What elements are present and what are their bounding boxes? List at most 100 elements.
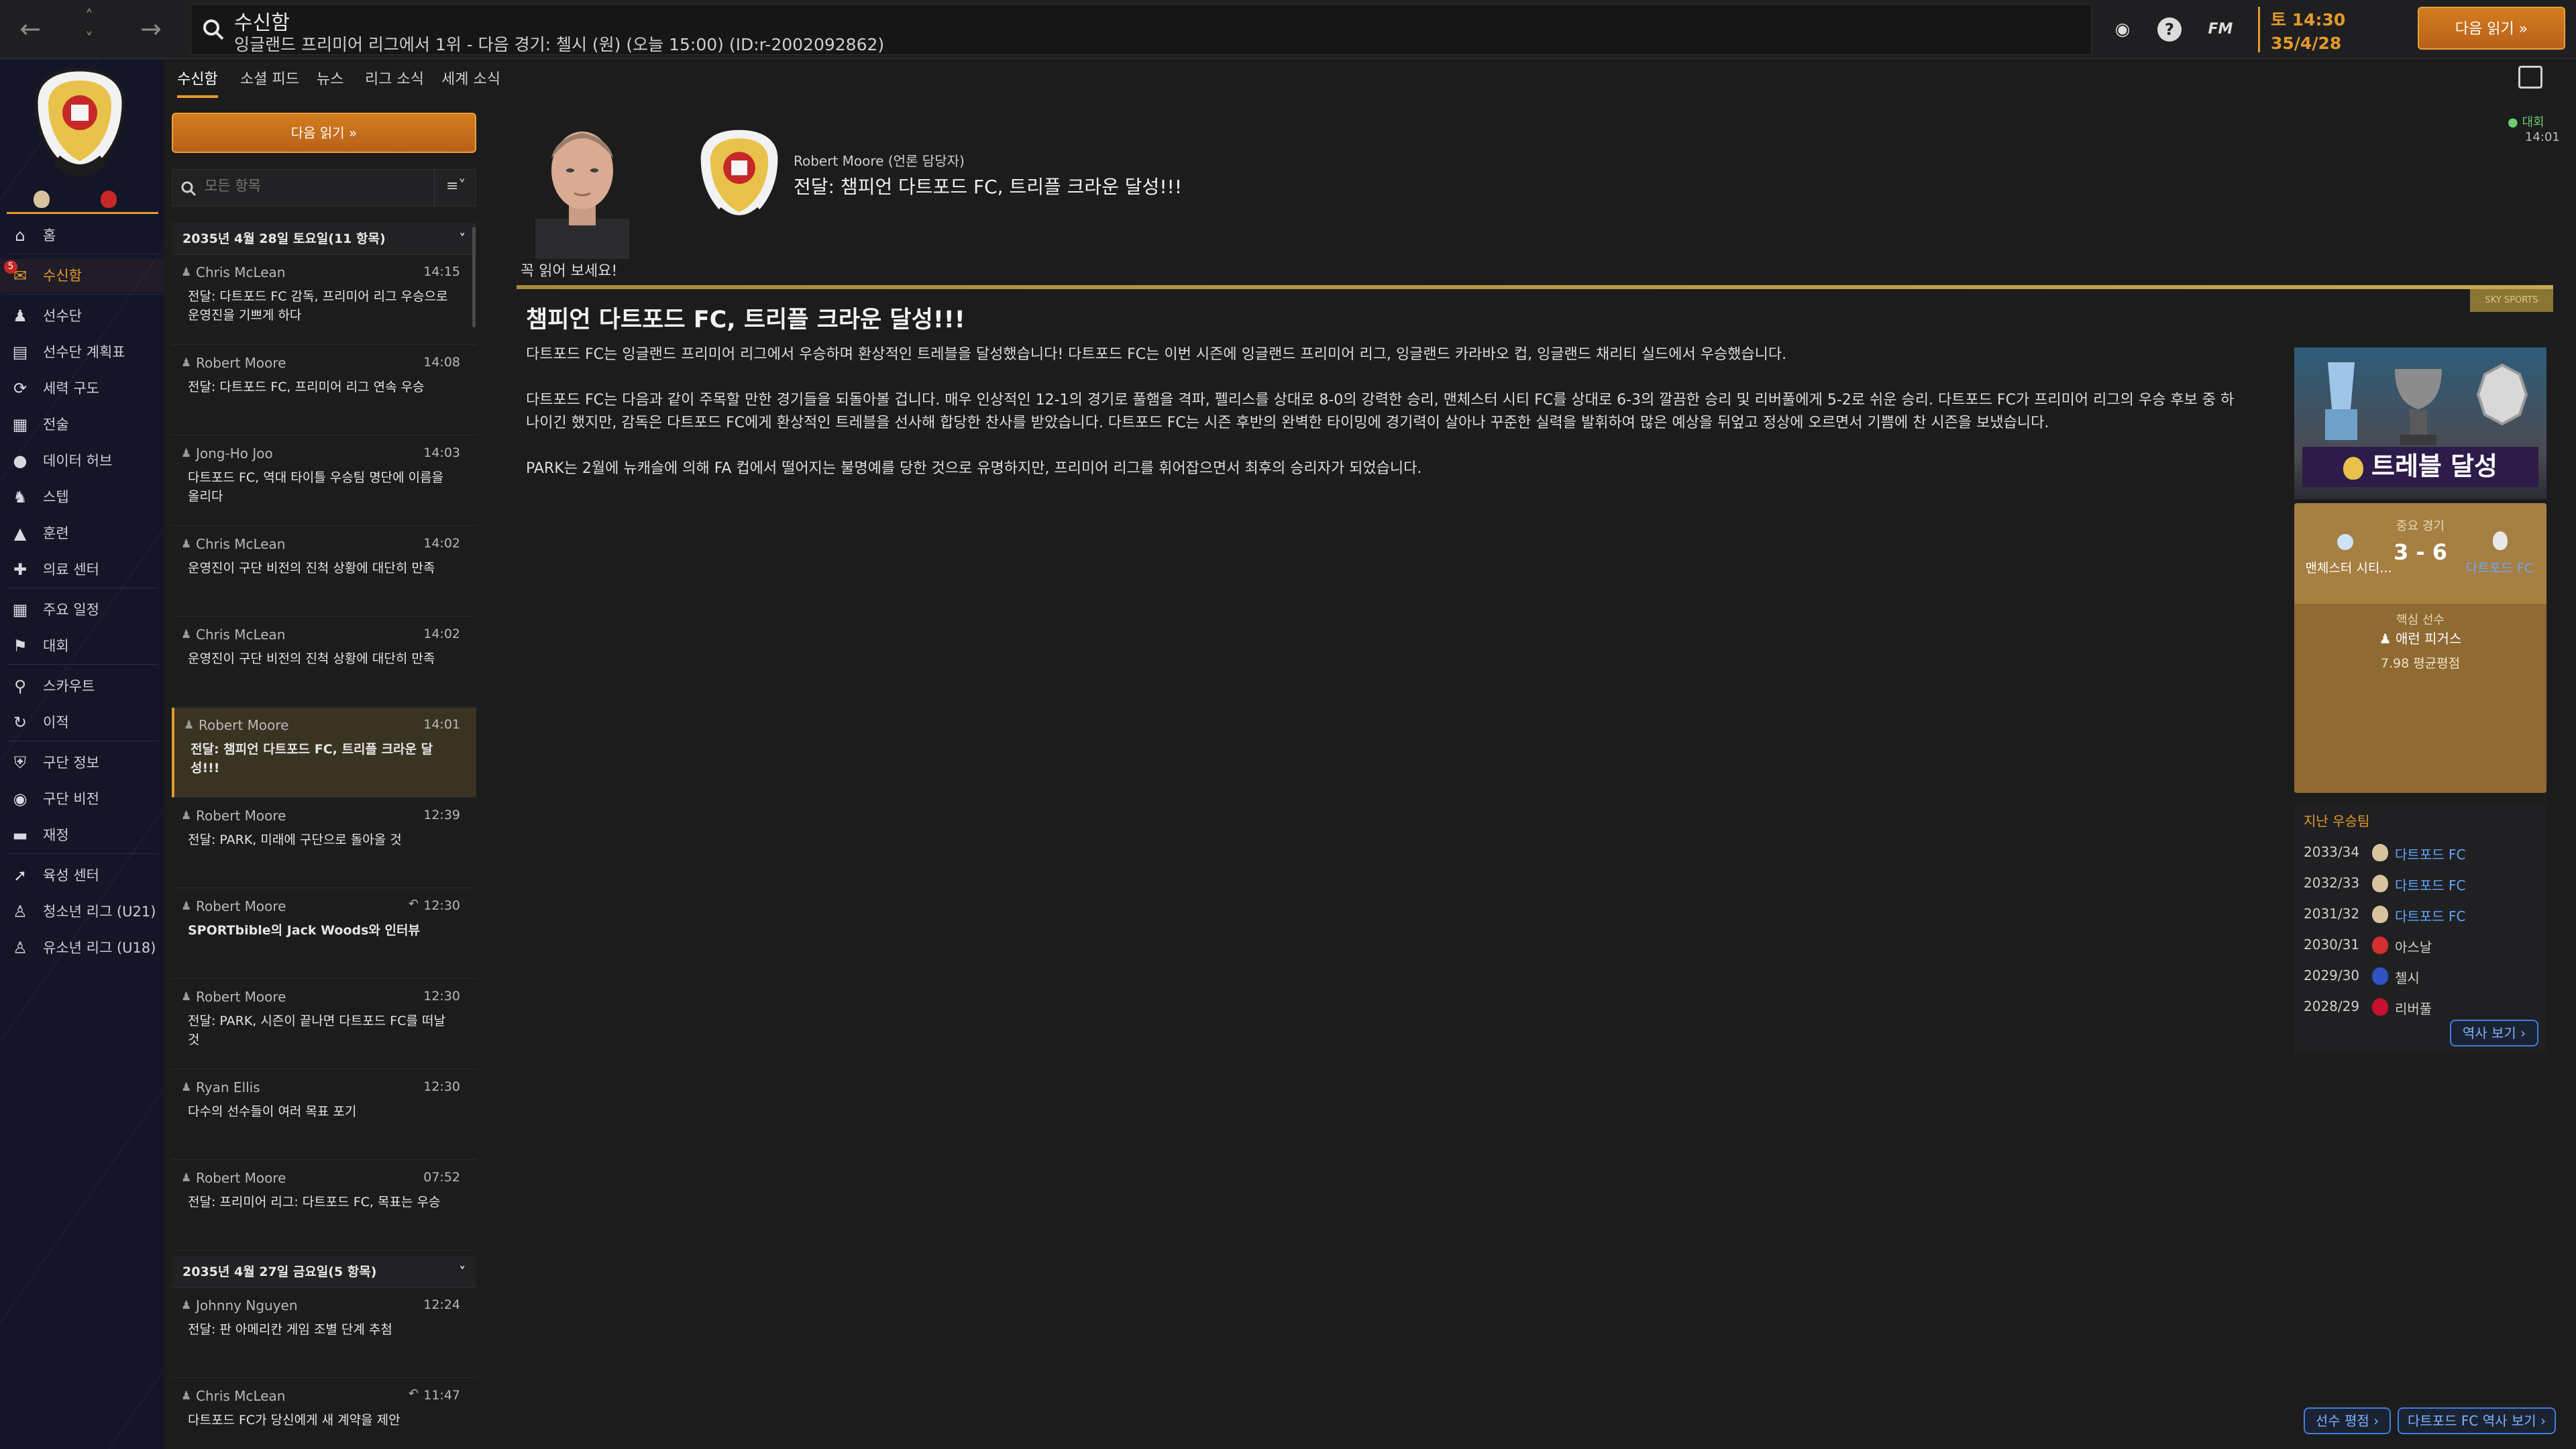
nav-staff[interactable]: ♞ 스텝 [0, 480, 164, 514]
nav-tactics[interactable]: ▦ 전술 [0, 408, 164, 441]
nation-switch-icon[interactable] [101, 191, 117, 208]
past-winner-row[interactable]: 2032/33 다트포드 FC [2304, 868, 2532, 898]
nav-squad-planner[interactable]: ▤ 선수단 계획표 [0, 335, 164, 369]
date-group-header[interactable]: 2035년 4월 27일 금요일(5 항목) ˅ [172, 1256, 476, 1288]
nav-squad[interactable]: ♟ 선수단 [0, 299, 164, 333]
message-item[interactable]: ♟ Robert Moore ↶ 12:30 SPORTbible의 Jack Wood… [172, 889, 476, 979]
nav-competitions[interactable]: ⚑ 대회 [0, 629, 164, 663]
message-item[interactable]: ♟ Chris McLean ↶ 11:47 다트포드 FC가 당신에게 새 계약을 제… [172, 1379, 476, 1449]
back-arrow-icon[interactable]: ← [13, 12, 47, 46]
nav-inbox[interactable]: ✉ 5 수신함 [0, 259, 164, 292]
tab-news[interactable]: 뉴스 [317, 67, 343, 89]
message-item[interactable]: ♟ Robert Moore 12:30 전달: PARK, 시즌이 끝나면 다트포드… [172, 979, 476, 1069]
message-item[interactable]: ♟ Chris McLean 14:15 전달: 다트포드 FC 감독, 프리미어 리… [172, 255, 476, 345]
message-search[interactable]: ≡˅ [172, 169, 476, 207]
squad-planner-icon: ▤ [12, 343, 28, 362]
message-detail: Robert Moore (언론 담당자) 전달: 챔피언 다트포드 FC, 트… [482, 98, 2576, 1449]
squad-icon: ♟ [13, 307, 28, 325]
nav-home[interactable]: ⌂ 홈 [0, 219, 164, 252]
forward-arrow-icon[interactable]: → [134, 12, 168, 46]
club-history-button[interactable]: 다트포드 FC 역사 보기 › [2398, 1407, 2556, 1434]
game-date[interactable]: 토 14:30 35/4/28 [2258, 7, 2392, 53]
key-player-name[interactable]: ♟ 애런 피거스 [2294, 628, 2546, 647]
message-item-selected[interactable]: ♟ Robert Moore 14:01 전달: 챔피언 다트포드 FC, 트리플 크… [172, 708, 476, 798]
user-icon: ♟ [181, 900, 192, 913]
user-icon: ♟ [181, 266, 192, 279]
article-paragraph: 다트포드 FC는 잉글랜드 프리미어 리그에서 우승하며 환상적인 트레블을 달… [526, 346, 1787, 363]
club-switch-icon[interactable] [34, 191, 50, 208]
tab-league-news[interactable]: 리그 소식 [365, 67, 424, 89]
nav-u21[interactable]: ♙ 청소년 리그 (U21) [0, 895, 164, 928]
nav-transfers[interactable]: ↻ 이적 [0, 706, 164, 739]
u21-icon: ♙ [13, 902, 28, 921]
away-team-name[interactable]: 다트포드 FC [2453, 558, 2546, 576]
search-bar[interactable]: 수신함 잉글랜드 프리미어 리그에서 1위 - 다음 경기: 첼시 (원) (오… [191, 4, 2092, 55]
chevron-right-icon: › [2369, 1413, 2379, 1429]
message-item[interactable]: ♟ Jong-Ho Joo 14:03 다트포드 FC, 역대 타이틀 우승팀 명단에… [172, 436, 476, 526]
past-winner-row[interactable]: 2029/30 첼시 [2304, 961, 2532, 990]
user-icon: ♟ [181, 356, 192, 370]
club-crest-logo [34, 68, 125, 178]
key-match-card[interactable]: 중요 경기 맨체스터 시티... 3 - 6 다트포드 FC 핵심 선수 ♟ 애… [2294, 503, 2546, 793]
continue-button-secondary[interactable]: 다음 읽기 » [172, 113, 476, 153]
tag-label[interactable]: ● 대회 [2508, 113, 2544, 130]
nav-finances[interactable]: ▬ 재정 [0, 818, 164, 852]
nav-data-hub[interactable]: ● 데이터 허브 [0, 444, 164, 478]
globe-icon[interactable]: ◉ [2108, 15, 2137, 44]
date-group-header[interactable]: 2035년 4월 28일 토요일(11 항목) ˅ [172, 223, 476, 255]
message-item[interactable]: ♟ Robert Moore 12:39 전달: PARK, 미래에 구단으로 돌아올… [172, 798, 476, 888]
dynamics-icon: ⟳ [13, 379, 28, 398]
scrollbar[interactable] [472, 227, 476, 327]
user-icon: ♟ [181, 809, 192, 822]
past-winners-label: 지난 우승팀 [2304, 813, 2370, 829]
view-history-button[interactable]: 역사 보기 › [2450, 1020, 2538, 1046]
nav-dynamics[interactable]: ⟳ 세력 구도 [0, 372, 164, 405]
unread-badge: 5 [4, 260, 17, 274]
club-crest-icon [2372, 967, 2388, 985]
fm-menu-button[interactable]: FM [2206, 15, 2235, 44]
date-time: 토 14:30 [2271, 10, 2346, 30]
medical-icon: ✚ [13, 560, 28, 579]
must-read-label: 꼭 읽어 보세요! [521, 263, 618, 280]
message-item[interactable]: ♟ Johnny Nguyen 12:24 전달: 판 아메리칸 게임 조별 단계 추… [172, 1288, 476, 1378]
user-icon: ♟ [181, 537, 192, 551]
chevron-down-icon[interactable]: ˅ [79, 30, 99, 50]
past-winner-row[interactable]: 2033/34 다트포드 FC [2304, 837, 2532, 867]
message-item[interactable]: ♟ Chris McLean 14:02 운영진이 구단 비전의 진척 상황에 대단히… [172, 527, 476, 616]
chevron-up-icon[interactable]: ˄ [79, 7, 99, 27]
past-winner-row[interactable]: 2028/29 리버풀 [2304, 991, 2532, 1021]
search-icon [181, 181, 197, 197]
tab-inbox[interactable]: 수신함 [177, 67, 218, 98]
filter-menu-icon[interactable]: ≡˅ [446, 178, 466, 195]
nav-club-vision[interactable]: ◉ 구단 비전 [0, 782, 164, 816]
trophies-image [2325, 362, 2528, 445]
nav-calendar[interactable]: ▦ 주요 일정 [0, 593, 164, 627]
tab-social-feed[interactable]: 소셜 피드 [240, 67, 299, 89]
nav-medical[interactable]: ✚ 의료 센터 [0, 553, 164, 586]
nav-club-info[interactable]: ⛨ 구단 정보 [0, 746, 164, 780]
top-bar: ← ˄ ˅ → 수신함 잉글랜드 프리미어 리그에서 1위 - 다음 경기: 첼… [0, 0, 2576, 59]
reply-icon: ↶ [408, 897, 419, 911]
help-icon[interactable]: ? [2157, 17, 2182, 42]
date-date: 35/4/28 [2271, 34, 2342, 53]
nav-u18[interactable]: ♙ 유소년 리그 (U18) [0, 931, 164, 965]
past-winner-row[interactable]: 2030/31 아스날 [2304, 930, 2532, 959]
nav-training[interactable]: ▲ 훈련 [0, 517, 164, 550]
past-winner-row[interactable]: 2031/32 다트포드 FC [2304, 899, 2532, 928]
mail-title: 전달: 챔피언 다트포드 FC, 트리플 크라운 달성!!! [794, 176, 1182, 198]
message-item[interactable]: ♟ Chris McLean 14:02 운영진이 구단 비전의 진척 상황에 대단히… [172, 617, 476, 707]
message-search-input[interactable] [205, 178, 419, 194]
player-ratings-button[interactable]: 선수 평점 › [2304, 1407, 2391, 1434]
nav-development[interactable]: ➚ 육성 센터 [0, 859, 164, 892]
layout-icon[interactable] [2518, 66, 2542, 89]
message-list: 다음 읽기 » ≡˅ 2035년 4월 28일 토요일(11 항목)˅ ♟Chr… [164, 98, 482, 1449]
search-icon [203, 19, 224, 40]
continue-button[interactable]: 다음 읽기 » [2418, 7, 2565, 50]
message-item[interactable]: ♟ Robert Moore 14:08 전달: 다트포드 FC, 프리미어 리그 연… [172, 345, 476, 435]
club-crest-icon [2372, 844, 2388, 861]
message-item[interactable]: ♟ Robert Moore 07:52 전달: 프리미어 리그: 다트포드 FC, … [172, 1161, 476, 1250]
message-item[interactable]: ♟ Ryan Ellis 12:30 다수의 선수들이 여러 목표 포기 [172, 1070, 476, 1160]
nav-scouting[interactable]: ⚲ 스카우트 [0, 669, 164, 703]
divider [7, 853, 158, 854]
tab-world-news[interactable]: 세계 소식 [441, 67, 500, 89]
